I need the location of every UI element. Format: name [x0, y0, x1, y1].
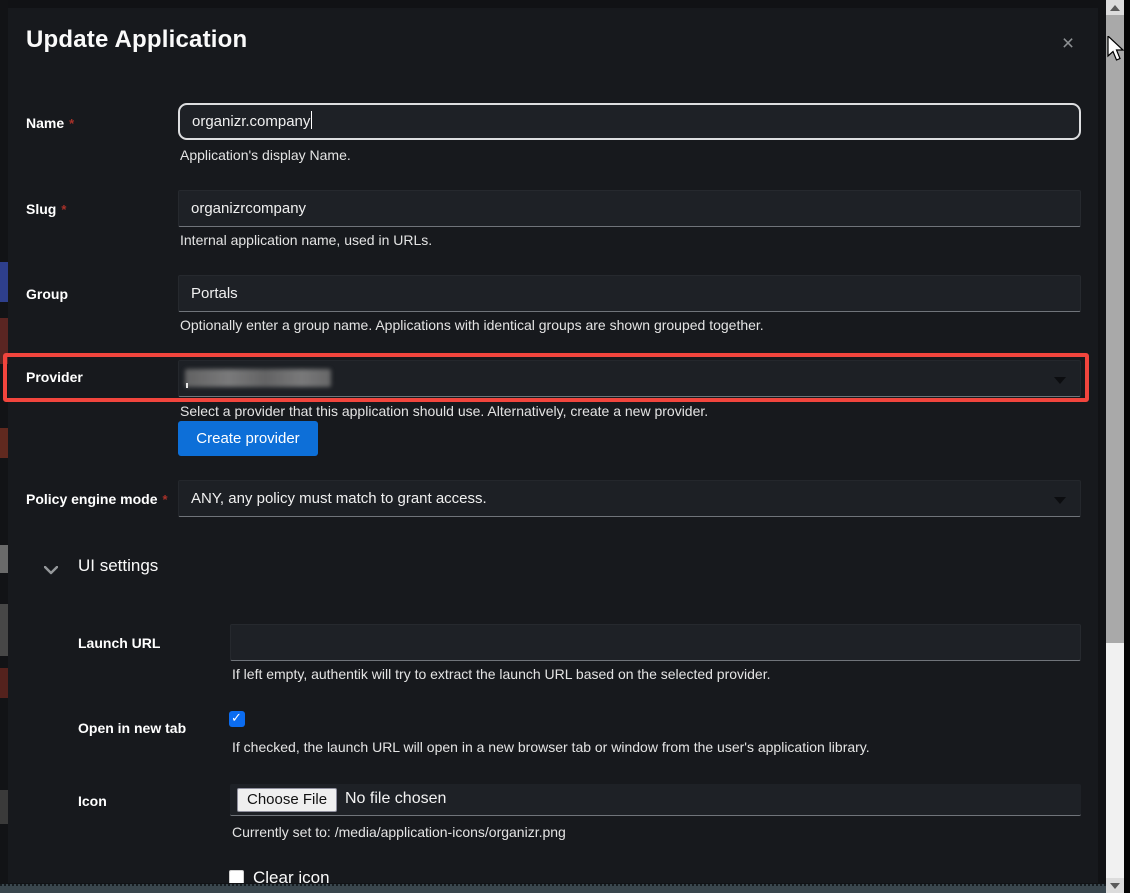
background-fragment — [0, 428, 8, 458]
ui-settings-section-title: UI settings — [78, 556, 158, 576]
background-fragment — [0, 545, 8, 573]
page-background-left-sliver — [0, 0, 8, 893]
choose-file-button[interactable]: Choose File — [237, 788, 337, 812]
check-icon: ✓ — [231, 710, 242, 726]
screen-right-edge — [1124, 0, 1130, 893]
page-background-bottom-strip — [0, 884, 1106, 893]
scrollbar-up-button[interactable] — [1106, 0, 1124, 15]
group-help-text: Optionally enter a group name. Applicati… — [180, 317, 764, 333]
provider-value-redacted — [185, 369, 331, 387]
policy-engine-mode-select[interactable]: ANY, any policy must match to grant acce… — [178, 480, 1081, 517]
policy-engine-mode-label: Policy engine mode* — [26, 491, 176, 507]
chevron-down-icon — [44, 562, 58, 580]
text-cursor — [311, 111, 312, 129]
chevron-down-icon — [1054, 377, 1066, 384]
open-in-new-tab-label: Open in new tab — [78, 720, 228, 736]
create-provider-button[interactable]: Create provider — [178, 421, 318, 456]
launch-url-help-text: If left empty, authentik will try to ext… — [232, 666, 771, 682]
open-in-new-tab-help-text: If checked, the launch URL will open in … — [232, 739, 870, 755]
file-status-text: No file chosen — [345, 790, 446, 808]
redaction-artifact — [186, 383, 188, 388]
name-label: Name* — [26, 115, 176, 131]
provider-help-text: Select a provider that this application … — [180, 403, 708, 419]
slug-input[interactable] — [178, 190, 1081, 227]
background-fragment — [0, 262, 8, 302]
group-input[interactable] — [178, 275, 1081, 312]
launch-url-label: Launch URL — [78, 635, 228, 651]
required-asterisk: * — [162, 492, 167, 507]
slug-help-text: Internal application name, used in URLs. — [180, 232, 432, 248]
icon-label: Icon — [78, 793, 228, 809]
provider-select[interactable] — [178, 360, 1081, 397]
scrollbar-thumb[interactable] — [1106, 15, 1124, 643]
vertical-scrollbar[interactable] — [1106, 0, 1124, 893]
clear-icon-label: Clear icon — [253, 868, 330, 883]
triangle-down-icon — [1110, 883, 1120, 889]
update-application-modal: Update Application × Name* organizr.comp… — [8, 8, 1098, 883]
icon-file-input[interactable]: Choose File No file chosen — [230, 784, 1081, 816]
open-in-new-tab-checkbox[interactable]: ✓ — [229, 711, 245, 727]
scrollbar-down-button[interactable] — [1106, 878, 1124, 893]
provider-label: Provider — [26, 369, 176, 385]
triangle-up-icon — [1110, 5, 1120, 11]
background-fragment — [0, 668, 8, 698]
close-icon[interactable]: × — [1054, 30, 1082, 58]
required-asterisk: * — [61, 202, 66, 217]
slug-label: Slug* — [26, 201, 176, 217]
background-fragment — [0, 318, 8, 364]
name-help-text: Application's display Name. — [180, 147, 351, 163]
required-asterisk: * — [69, 116, 74, 131]
clear-icon-checkbox[interactable] — [229, 870, 244, 883]
modal-title: Update Application — [26, 26, 247, 54]
name-input[interactable]: organizr.company — [178, 103, 1081, 140]
launch-url-input[interactable] — [230, 624, 1081, 661]
chevron-down-icon — [1054, 497, 1066, 504]
background-fragment — [0, 790, 8, 824]
background-fragment — [0, 604, 8, 656]
icon-help-text: Currently set to: /media/application-ico… — [232, 824, 566, 840]
update-application-dialog: { "modal": { "title": "Update Applicatio… — [0, 0, 1130, 893]
group-label: Group — [26, 286, 176, 302]
